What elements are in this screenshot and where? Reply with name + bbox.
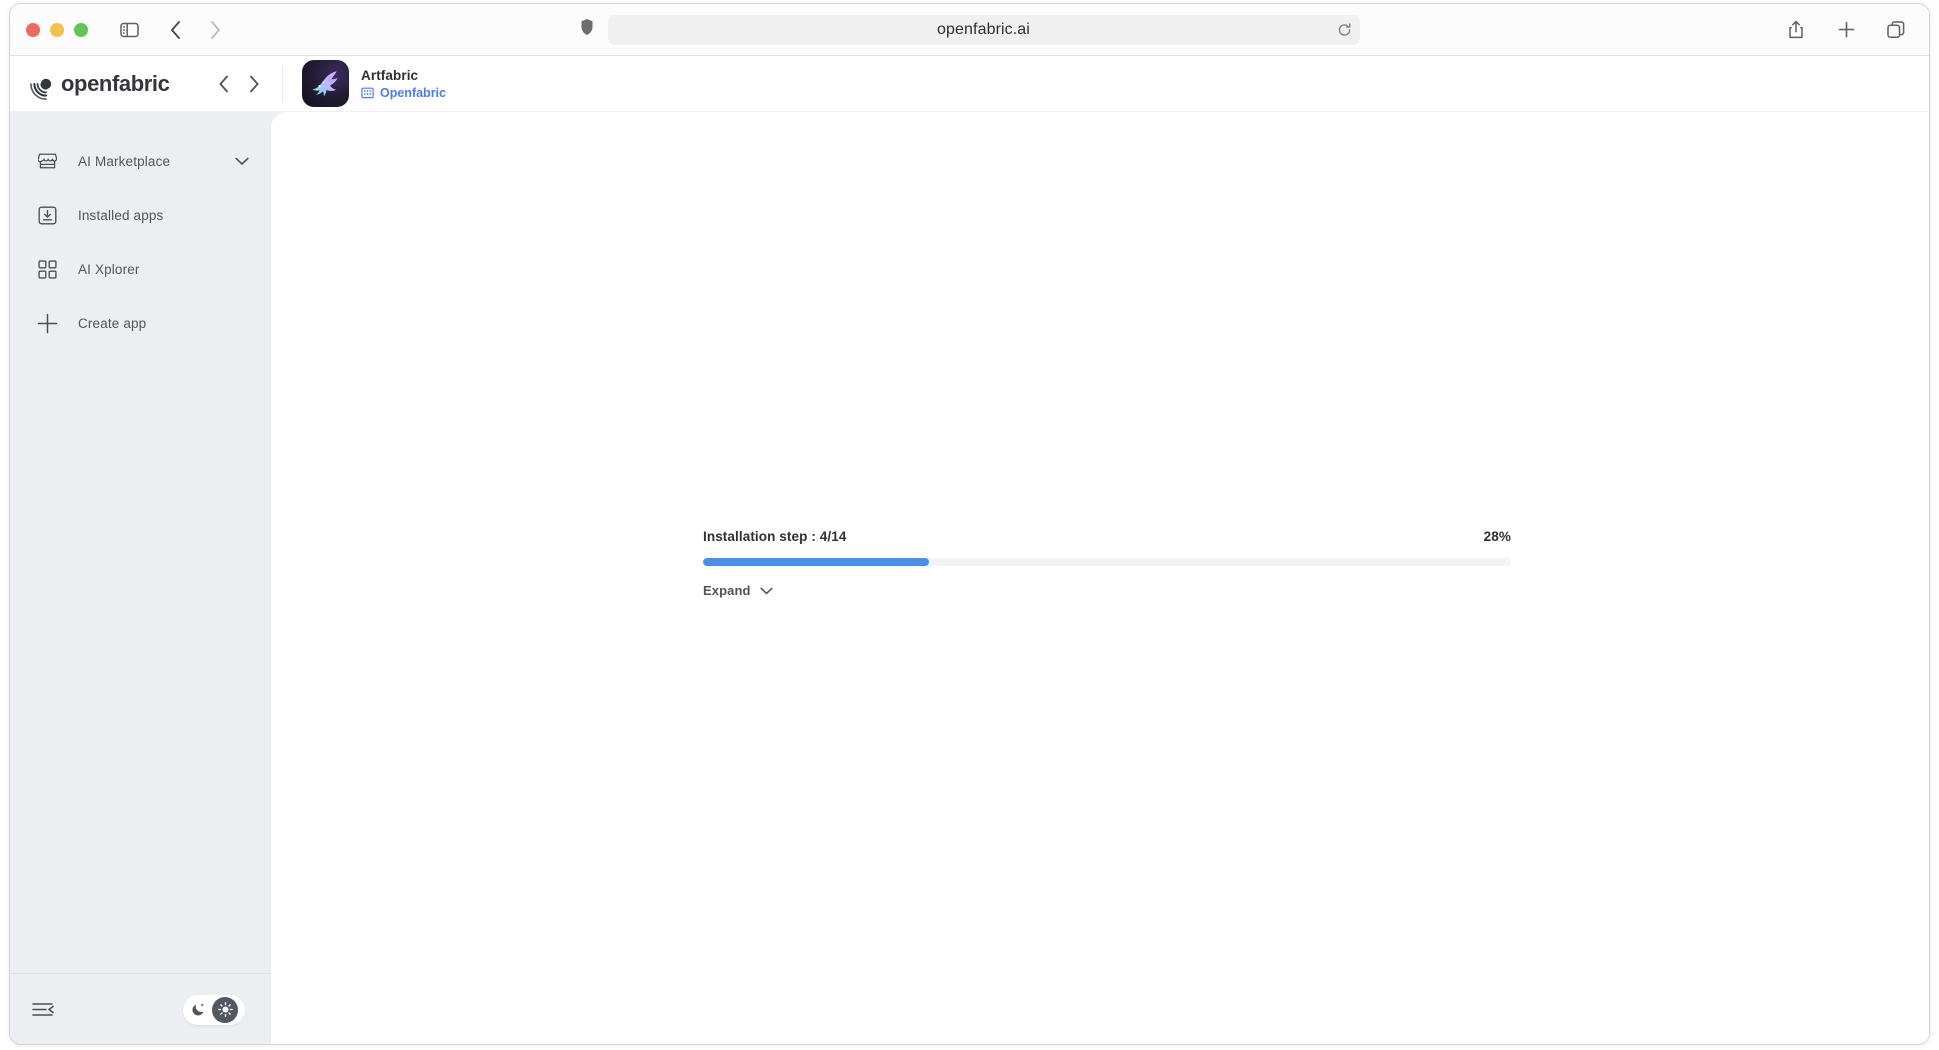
forward-arrow-icon[interactable] <box>200 15 230 45</box>
browser-window: openfabric.ai openfabric Artfabric Openf… <box>9 3 1930 1045</box>
back-arrow-icon[interactable] <box>160 15 190 45</box>
app-title: Artfabric <box>361 67 419 83</box>
grid-squares-icon <box>34 259 60 279</box>
header-divider <box>282 65 283 102</box>
privacy-shield-icon[interactable] <box>580 18 594 41</box>
sidebar: AI Marketplace Installed apps AI Xplorer… <box>10 112 271 1044</box>
sidebar-toggle-icon[interactable] <box>114 15 144 45</box>
app-meta: Artfabric Openfabric <box>361 68 446 100</box>
url-input[interactable]: openfabric.ai <box>607 14 1360 45</box>
chevron-down-icon <box>759 587 773 595</box>
sidebar-item-ai-marketplace[interactable]: AI Marketplace <box>10 134 271 188</box>
browser-toolbar: openfabric.ai <box>10 4 1929 56</box>
installation-step-label: Installation step : 4/14 <box>703 529 847 544</box>
share-icon[interactable] <box>1781 15 1811 45</box>
close-window-button[interactable] <box>26 22 40 37</box>
maximize-window-button[interactable] <box>74 22 88 37</box>
sidebar-item-label: Installed apps <box>78 207 164 223</box>
address-bar-container: openfabric.ai <box>580 14 1360 45</box>
current-app-info: Artfabric Openfabric <box>302 60 446 107</box>
openfabric-brand[interactable]: openfabric <box>10 66 218 102</box>
sidebar-footer <box>10 973 271 1044</box>
app-publisher-link[interactable]: Openfabric <box>361 86 446 100</box>
expand-label: Expand <box>703 583 751 598</box>
sidebar-item-label: AI Xplorer <box>78 261 140 277</box>
plus-icon <box>34 313 60 334</box>
collapse-sidebar-icon[interactable] <box>32 1002 54 1017</box>
main-split: AI Marketplace Installed apps AI Xplorer… <box>10 112 1929 1044</box>
app-header: openfabric Artfabric Openfabric <box>10 56 1929 112</box>
sidebar-item-installed-apps[interactable]: Installed apps <box>10 188 271 242</box>
sidebar-item-label: Create app <box>78 315 147 331</box>
installation-status-row: Installation step : 4/14 28% <box>703 529 1511 544</box>
theme-toggle[interactable] <box>183 994 245 1025</box>
chevron-left-icon[interactable] <box>218 75 230 93</box>
sidebar-item-create-app[interactable]: Create app <box>10 296 271 350</box>
download-box-icon <box>34 206 60 225</box>
browser-navigation <box>160 15 230 45</box>
sidebar-nav: AI Marketplace Installed apps AI Xplorer… <box>10 112 271 350</box>
chevron-down-icon[interactable] <box>235 157 249 166</box>
sidebar-item-label: AI Marketplace <box>78 153 171 169</box>
app-publisher-name: Openfabric <box>380 85 446 100</box>
app-body: openfabric Artfabric Openfabric AI Marke… <box>10 56 1929 1044</box>
url-text: openfabric.ai <box>937 20 1030 38</box>
plus-icon[interactable] <box>1831 15 1861 45</box>
marketplace-icon <box>34 152 60 170</box>
reload-icon[interactable] <box>1337 22 1352 37</box>
main-content: Installation step : 4/14 28% Expand <box>271 112 1929 1044</box>
chevron-right-icon[interactable] <box>248 75 260 93</box>
sidebar-item-ai-xplorer[interactable]: AI Xplorer <box>10 242 271 296</box>
toolbar-right-actions <box>1781 15 1911 45</box>
minimize-window-button[interactable] <box>50 22 64 37</box>
sun-icon[interactable] <box>212 996 238 1023</box>
moon-icon[interactable] <box>185 997 212 1023</box>
installation-progress-panel: Installation step : 4/14 28% Expand <box>703 529 1511 600</box>
brand-name: openfabric <box>61 70 170 96</box>
company-building-icon <box>361 86 374 99</box>
openfabric-logo-icon <box>28 66 64 102</box>
window-traffic-lights <box>26 22 88 37</box>
tab-overview-icon[interactable] <box>1881 15 1911 45</box>
hummingbird-icon <box>302 60 349 107</box>
installation-percent-label: 28% <box>1483 529 1511 544</box>
expand-details-button[interactable]: Expand <box>703 583 773 598</box>
installation-progress-bar <box>703 558 1511 566</box>
installation-progress-fill <box>703 558 930 566</box>
app-header-navigation <box>218 75 260 93</box>
